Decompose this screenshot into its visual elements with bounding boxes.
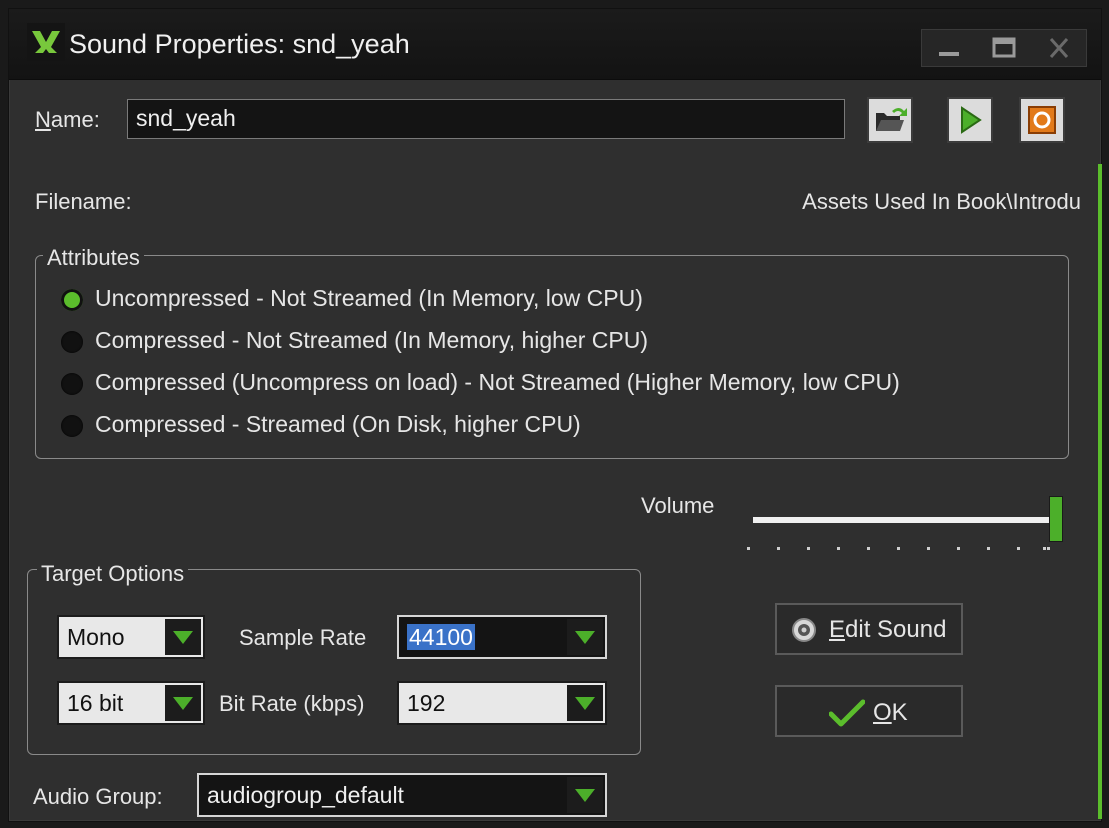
slider-tick [897, 547, 900, 550]
filename-value: Assets Used In Book\Introdu [802, 189, 1081, 214]
minimize-button[interactable] [922, 30, 976, 66]
edit-sound-button[interactable]: Edit Sound [775, 603, 963, 655]
slider-tick [957, 547, 960, 550]
volume-slider-thumb[interactable] [1049, 496, 1063, 542]
sample-rate-value[interactable]: 44100 [407, 624, 475, 651]
play-icon [961, 106, 982, 134]
slider-tick [1017, 547, 1020, 550]
slider-tick [1047, 547, 1050, 550]
slider-tick [927, 547, 930, 550]
chevron-down-icon [575, 631, 595, 644]
audio-group-select[interactable]: audiogroup_default [197, 773, 607, 817]
bit-rate-dropdown-button[interactable] [567, 685, 603, 721]
gamemaker-logo-icon [27, 23, 65, 61]
slider-tick [867, 547, 870, 550]
ok-label: OK [873, 699, 908, 726]
radio-label: Compressed - Streamed (On Disk, higher C… [95, 411, 581, 437]
play-sound-button[interactable] [947, 97, 993, 143]
target-options-legend: Target Options [37, 561, 189, 587]
channels-select[interactable]: Mono [57, 615, 205, 659]
radio-button[interactable] [61, 415, 83, 437]
radio-label: Compressed - Not Streamed (In Memory, hi… [95, 327, 649, 353]
open-folder-icon [876, 108, 907, 131]
ok-button[interactable]: OK [775, 685, 963, 737]
slider-tick [807, 547, 810, 550]
title-bar[interactable]: Sound Properties: snd_yeah [9, 9, 1101, 80]
audio-group-label: Audio Group: [33, 784, 163, 809]
bit-rate-label: Bit Rate (kbps) [219, 691, 365, 716]
bit-rate-value: 192 [407, 690, 446, 716]
bit-depth-select[interactable]: 16 bit [57, 681, 205, 725]
checkmark-icon [829, 699, 865, 727]
sample-rate-label: Sample Rate [239, 625, 367, 650]
bit-depth-value: 16 bit [67, 690, 124, 716]
channels-dropdown-button[interactable] [165, 619, 201, 655]
slider-tick [1043, 547, 1046, 550]
chevron-down-icon [575, 697, 595, 710]
radio-button[interactable] [61, 373, 83, 395]
sample-rate-select[interactable]: 44100 [397, 615, 607, 659]
name-label: Name: [35, 107, 100, 132]
speaker-icon [792, 618, 816, 642]
bit-rate-select[interactable]: 192 [397, 681, 607, 725]
edit-sound-label: Edit Sound [829, 616, 947, 643]
slider-tick [747, 547, 750, 550]
slider-tick [777, 547, 780, 550]
chevron-down-icon [173, 697, 193, 710]
window-controls [921, 29, 1087, 67]
radio-button[interactable] [61, 331, 83, 353]
slider-tick [837, 547, 840, 550]
bit-depth-dropdown-button[interactable] [165, 685, 201, 721]
scrollbar-accent [1098, 164, 1102, 819]
volume-slider-track[interactable] [753, 517, 1053, 523]
slider-tick [987, 547, 990, 550]
maximize-button[interactable] [977, 30, 1031, 66]
radio-label: Compressed (Uncompress on load) - Not St… [95, 369, 900, 395]
close-icon [1049, 38, 1069, 58]
chevron-down-icon [173, 631, 193, 644]
sample-rate-dropdown-button[interactable] [567, 619, 603, 655]
target-options-group [27, 569, 641, 755]
channels-value: Mono [67, 624, 125, 650]
stop-sound-button[interactable] [1019, 97, 1065, 143]
radio-label: Uncompressed - Not Streamed (In Memory, … [95, 285, 643, 311]
chevron-down-icon [575, 789, 595, 802]
close-button[interactable] [1032, 30, 1086, 66]
volume-label: Volume [641, 493, 715, 518]
sound-properties-window: Sound Properties: snd_yeah Name: snd_yea… [8, 8, 1102, 822]
minimize-icon [939, 52, 959, 56]
maximize-icon [992, 37, 1016, 58]
radio-button[interactable] [61, 289, 83, 311]
sample-rate-selected-text: 44100 [407, 624, 475, 650]
attributes-legend: Attributes [43, 245, 144, 271]
open-file-button[interactable] [867, 97, 913, 143]
filename-label: Filename: [35, 189, 132, 214]
window-title: Sound Properties: snd_yeah [69, 29, 410, 59]
audio-group-dropdown-button[interactable] [567, 777, 603, 813]
stop-icon [1028, 106, 1056, 134]
name-input[interactable]: snd_yeah [127, 99, 845, 139]
audio-group-value: audiogroup_default [207, 782, 404, 808]
